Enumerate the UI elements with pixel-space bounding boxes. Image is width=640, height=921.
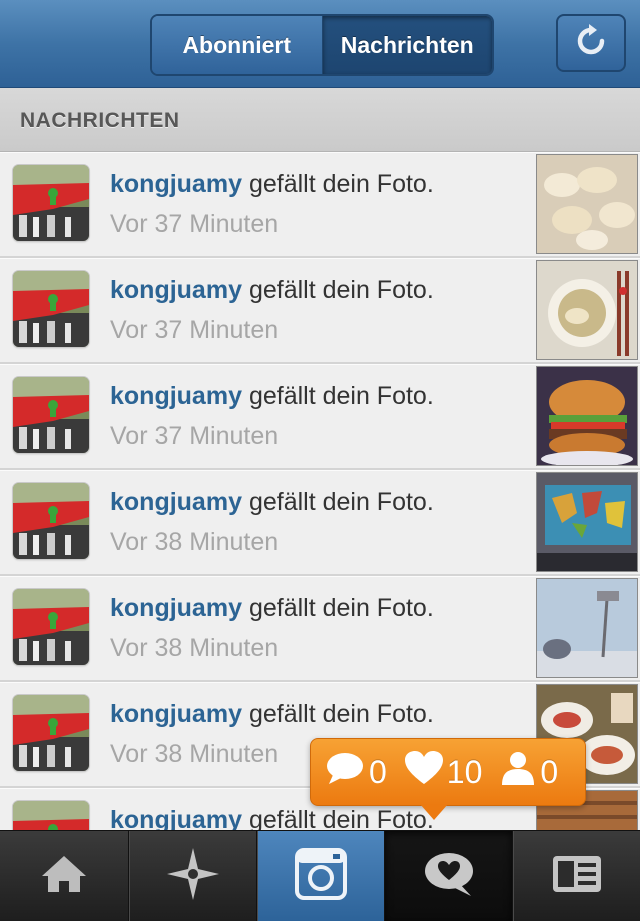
likes-count-value: 10 <box>446 753 483 790</box>
photo-thumbnail[interactable] <box>536 260 638 360</box>
avatar[interactable] <box>13 271 89 347</box>
photo-thumbnail[interactable] <box>536 366 638 466</box>
avatar[interactable] <box>13 801 89 830</box>
bottom-tab-bar <box>0 830 640 921</box>
action-text: gefällt dein Foto. <box>248 170 434 198</box>
news-text: kongjuamy gefällt dein Foto. <box>110 700 434 729</box>
list-item[interactable]: kongjuamy gefällt dein Foto. Vor 38 Minu… <box>0 576 640 682</box>
action-text: gefällt dein Foto. <box>248 806 434 830</box>
action-text: gefällt dein Foto. <box>248 594 434 622</box>
avatar[interactable] <box>13 377 89 453</box>
action-text: gefällt dein Foto. <box>248 382 434 410</box>
username-link[interactable]: kongjuamy <box>110 594 242 622</box>
camera-icon <box>294 847 348 906</box>
section-title: NACHRICHTEN <box>20 109 180 132</box>
top-navigation-bar: Abonniert Nachrichten <box>0 0 640 88</box>
comments-count-value: 0 <box>369 753 387 790</box>
followers-count-value: 0 <box>540 753 559 790</box>
avatar[interactable] <box>13 695 89 771</box>
photo-thumbnail[interactable] <box>536 578 638 678</box>
likes-count: 10 <box>404 751 483 793</box>
comment-icon <box>325 751 369 793</box>
avatar[interactable] <box>13 165 89 241</box>
username-link[interactable]: kongjuamy <box>110 700 242 728</box>
news-text: kongjuamy gefällt dein Foto. <box>110 806 434 830</box>
timestamp: Vor 37 Minuten <box>110 316 279 344</box>
list-item[interactable]: kongjuamy gefällt dein Foto. Vor 37 Minu… <box>0 258 640 364</box>
profile-icon <box>552 855 602 898</box>
news-icon <box>423 851 475 902</box>
news-text: kongjuamy gefällt dein Foto. <box>110 276 434 305</box>
activity-bubble[interactable]: 0 10 0 <box>310 738 586 806</box>
feed-segmented-control: Abonniert Nachrichten <box>150 14 494 76</box>
list-item[interactable]: kongjuamy gefällt dein Foto. Vor 37 Minu… <box>0 152 640 258</box>
username-link[interactable]: kongjuamy <box>110 170 242 198</box>
username-link[interactable]: kongjuamy <box>110 806 242 830</box>
refresh-button[interactable] <box>556 14 626 72</box>
list-item[interactable]: kongjuamy gefällt dein Foto. Vor 38 Minu… <box>0 470 640 576</box>
home-icon <box>40 854 88 899</box>
timestamp: Vor 38 Minuten <box>110 528 279 556</box>
timestamp: Vor 38 Minuten <box>110 740 279 768</box>
tab-following[interactable]: Abonniert <box>152 16 323 74</box>
action-text: gefällt dein Foto. <box>248 276 434 304</box>
explore-icon <box>165 846 221 907</box>
tab-news[interactable]: Nachrichten <box>322 16 492 74</box>
avatar[interactable] <box>13 589 89 665</box>
news-text: kongjuamy gefällt dein Foto. <box>110 594 434 623</box>
timestamp: Vor 38 Minuten <box>110 634 279 662</box>
timestamp: Vor 37 Minuten <box>110 210 279 238</box>
refresh-icon <box>573 23 609 64</box>
tab-explore[interactable] <box>128 831 256 921</box>
tab-home[interactable] <box>0 831 128 921</box>
news-text: kongjuamy gefällt dein Foto. <box>110 382 434 411</box>
news-text: kongjuamy gefällt dein Foto. <box>110 488 434 517</box>
action-text: gefällt dein Foto. <box>248 700 434 728</box>
news-text: kongjuamy gefällt dein Foto. <box>110 170 434 199</box>
avatar[interactable] <box>13 483 89 559</box>
username-link[interactable]: kongjuamy <box>110 382 242 410</box>
tab-news-feed[interactable] <box>384 831 512 921</box>
timestamp: Vor 37 Minuten <box>110 422 279 450</box>
tab-camera[interactable] <box>256 831 384 921</box>
list-item[interactable]: kongjuamy gefällt dein Foto. Vor 37 Minu… <box>0 364 640 470</box>
person-icon <box>500 751 540 793</box>
comments-count: 0 <box>325 751 387 793</box>
heart-icon <box>404 751 447 793</box>
photo-thumbnail[interactable] <box>536 154 638 254</box>
section-header: NACHRICHTEN <box>0 88 640 152</box>
followers-count: 0 <box>500 751 558 793</box>
username-link[interactable]: kongjuamy <box>110 488 242 516</box>
username-link[interactable]: kongjuamy <box>110 276 242 304</box>
bubble-pointer <box>420 804 448 820</box>
news-list: kongjuamy gefällt dein Foto. Vor 37 Minu… <box>0 152 640 830</box>
tab-profile[interactable] <box>512 831 640 921</box>
photo-thumbnail[interactable] <box>536 472 638 572</box>
action-text: gefällt dein Foto. <box>248 488 434 516</box>
